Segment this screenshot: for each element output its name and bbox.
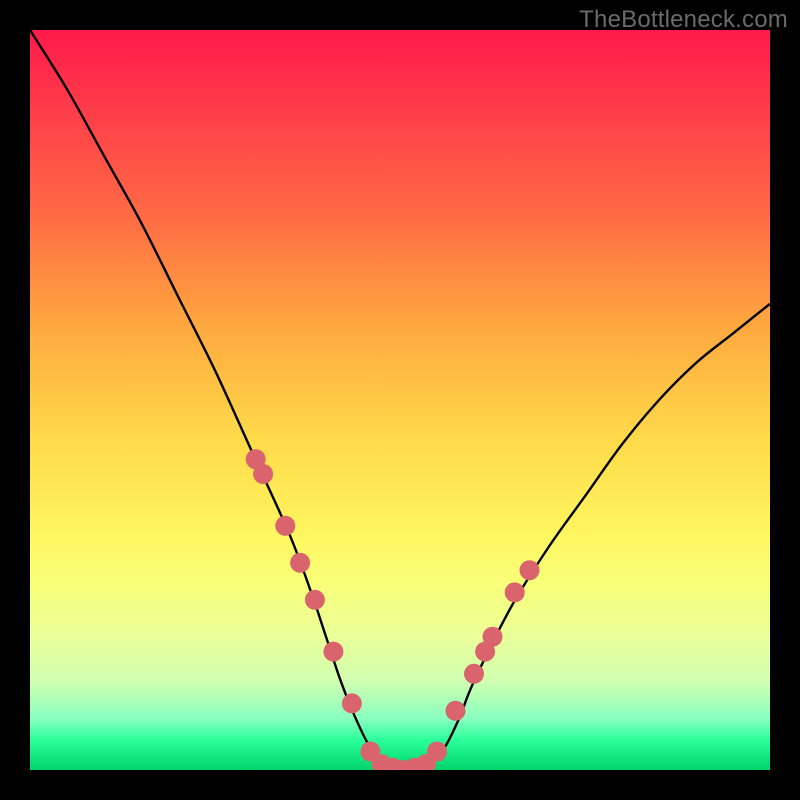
watermark-text: TheBottleneck.com xyxy=(579,6,788,34)
data-marker xyxy=(275,516,295,536)
data-marker xyxy=(290,553,310,573)
data-marker xyxy=(520,560,540,580)
data-marker xyxy=(464,664,484,684)
data-marker xyxy=(505,582,525,602)
data-marker xyxy=(483,627,503,647)
data-marker xyxy=(446,701,466,721)
bottleneck-curve xyxy=(30,30,770,770)
data-marker xyxy=(342,693,362,713)
plot-area xyxy=(30,30,770,770)
data-marker xyxy=(427,742,447,762)
chart-frame: TheBottleneck.com xyxy=(0,0,800,800)
data-marker xyxy=(253,464,273,484)
data-marker xyxy=(305,590,325,610)
curve-layer xyxy=(30,30,770,770)
marker-group xyxy=(246,449,540,770)
data-marker xyxy=(323,642,343,662)
